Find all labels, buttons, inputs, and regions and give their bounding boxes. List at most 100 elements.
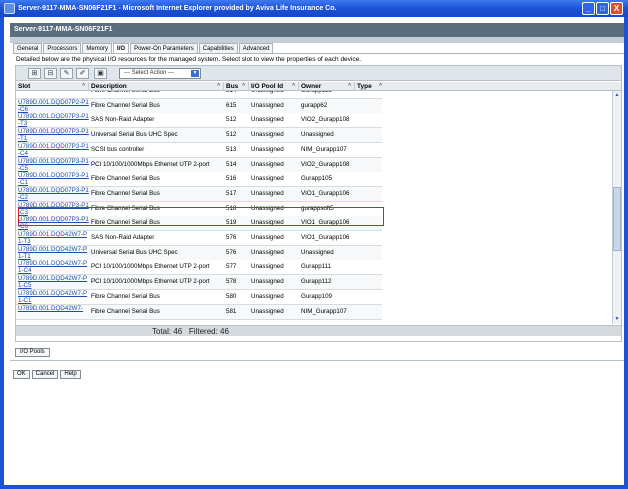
table-row[interactable]: U789D.001.DQD42W7-P1-T3 SAS Non-Raid Adap… xyxy=(16,231,382,246)
table-body: P1-C3Fibre Channel Serial Bus514Unassign… xyxy=(16,91,382,324)
cell-slot[interactable]: U789D.001.DQD07P3-P1-T1 xyxy=(16,128,89,142)
table-row[interactable]: U789D.001.DQD07P3-P1-T3 SAS Non-Raid Adap… xyxy=(16,113,382,128)
cell-bus: 516 xyxy=(226,175,237,182)
edit-alt-icon[interactable]: ✐ xyxy=(76,68,89,79)
table-row[interactable]: U789D.001.DQD42W7-P1-T1 Universal Serial … xyxy=(16,246,382,261)
io-table-panel: ⊞ ⊟ ✎ ✐ ▣ --- Select Action --- ▼ Slot ^ … xyxy=(15,65,622,342)
vertical-scrollbar[interactable]: ▲ ▼ xyxy=(612,91,621,324)
cell-pool: Unassigned xyxy=(251,161,284,168)
column-header-bus[interactable]: Bus ^ xyxy=(224,82,249,91)
cell-description: Fibre Channel Serial Bus xyxy=(91,102,160,109)
edit-icon[interactable]: ✎ xyxy=(60,68,73,79)
cell-owner: VIO2_Gurapp108 xyxy=(301,161,350,168)
cell-owner: Gurapp111 xyxy=(301,263,332,270)
close-button[interactable]: X xyxy=(610,2,623,15)
table-row[interactable]: U789D.001.DQD07P3-P1-C6 Fibre Channel Ser… xyxy=(16,216,382,231)
table-row[interactable]: U789D.001.DQD42W7-P1-C5 PCI 10/100/1000Mb… xyxy=(16,275,382,290)
table-row[interactable]: U789D.001.DQD42W7- Fibre Channel Serial B… xyxy=(16,305,382,320)
cell-slot[interactable]: U789D.001.DQD07P3-P1-C6 xyxy=(16,216,89,230)
cell-owner: VIO1_Gurapp106 xyxy=(301,219,350,226)
cell-description: SCSI bus controller xyxy=(91,146,145,153)
ie-app-icon xyxy=(4,3,15,14)
table-row[interactable]: U789D.001.DQD07P3-P1-T1 Universal Serial … xyxy=(16,128,382,143)
column-header-type[interactable]: Type ^ xyxy=(355,82,385,91)
table-row[interactable]: P1-C3Fibre Channel Serial Bus514Unassign… xyxy=(16,91,382,99)
table-row[interactable]: U789D.001.DQD07P2-P1-C6 Fibre Channel Ser… xyxy=(16,99,382,114)
cell-description: Universal Serial Bus UHC Spec xyxy=(91,249,178,256)
minimize-button[interactable]: _ xyxy=(582,2,595,15)
server-header: Server-9117-MMA-SN06F21F1 xyxy=(10,23,624,37)
cell-slot[interactable]: U789D.001.DQD42W7-P1-C5 xyxy=(16,275,89,289)
browser-window: Server-9117-MMA-SN06F21F1 General Proces… xyxy=(0,17,628,489)
cell-bus: 576 xyxy=(226,249,237,256)
cell-owner: Unassigned xyxy=(301,131,334,138)
help-button[interactable]: Help xyxy=(60,370,81,379)
cell-slot[interactable]: U789D.001.DQD07P3-P1-C1 xyxy=(16,172,89,186)
cancel-button[interactable]: Cancel xyxy=(31,370,59,379)
io-pools-button[interactable]: I/O Pools xyxy=(15,348,50,357)
table-row[interactable]: U789D.001.DQD07P3-P1-C2 Fibre Channel Ser… xyxy=(16,187,382,202)
sort-icon: ^ xyxy=(242,83,245,89)
cell-bus: 514 xyxy=(224,91,249,98)
table-row[interactable]: U789D.001.DQD07P3-P1-C3 Fibre Channel Ser… xyxy=(16,202,382,217)
table-row[interactable]: U789D.001.DQD42W7-P1-C4 PCI 10/100/1000Mb… xyxy=(16,260,382,275)
ok-button[interactable]: OK xyxy=(13,370,30,379)
cell-slot[interactable]: U789D.001.DQD42W7- xyxy=(16,305,89,319)
cell-slot[interactable]: U789D.001.DQD42W7-P1-C1 xyxy=(16,290,89,304)
scroll-down-icon[interactable]: ▼ xyxy=(613,315,621,323)
cell-pool: Unassigned xyxy=(251,234,284,241)
cell-bus: 578 xyxy=(226,278,237,285)
cell-description: Fibre Channel Serial Bus xyxy=(91,308,160,315)
cell-owner: gurappsoft5 xyxy=(301,205,334,212)
cell-slot[interactable]: U789D.001.DQD42W7-P1-C4 xyxy=(16,260,89,274)
table-toolbar: ⊞ ⊟ ✎ ✐ ▣ --- Select Action --- ▼ xyxy=(16,66,621,81)
cell-slot[interactable]: U789D.001.DQD07P3-P1-C4 xyxy=(16,143,89,157)
cell-bus: 514 xyxy=(226,161,237,168)
cell-owner: Gurapp109 xyxy=(301,293,332,300)
cell-bus: 512 xyxy=(226,116,237,123)
collapse-all-icon[interactable]: ⊟ xyxy=(44,68,57,79)
tab-divider xyxy=(13,53,624,54)
cell-bus: 519 xyxy=(226,219,237,226)
column-header-slot[interactable]: Slot ^ xyxy=(16,82,89,91)
expand-all-icon[interactable]: ⊞ xyxy=(28,68,41,79)
cell-owner: Gurapp105 xyxy=(301,175,332,182)
cell-bus: 517 xyxy=(226,190,237,197)
cell-description: PCI 10/100/1000Mbps Ethernet UTP 2-port xyxy=(91,263,210,270)
cell-owner: Gurapp123 xyxy=(299,91,355,98)
cell-description: Fibre Channel Serial Bus xyxy=(91,190,160,197)
table-row[interactable]: U789D.001.DQD07P3-P1-C1 Fibre Channel Ser… xyxy=(16,172,382,187)
cell-slot[interactable]: U789D.001.DQD07P2-P1-C6 xyxy=(16,99,89,113)
select-action-dropdown[interactable]: --- Select Action --- ▼ xyxy=(119,68,201,79)
cell-slot[interactable]: U789D.001.DQD07P3-P1-C5 xyxy=(16,158,89,172)
cell-description: PCI 10/100/1000Mbps Ethernet UTP 2-port xyxy=(91,161,210,168)
dialog-buttons: OK Cancel Help xyxy=(13,370,83,379)
table-row[interactable]: U789D.001.DQD07P3-P1-C5 PCI 10/100/1000Mb… xyxy=(16,158,382,173)
cell-slot[interactable]: P1-C3 xyxy=(16,91,89,98)
cell-pool: Unassigned xyxy=(249,91,299,98)
cell-description: Fibre Channel Serial Bus xyxy=(91,219,160,226)
window-titlebar: Server-9117-MMA-SN06F21F1 - Microsoft In… xyxy=(0,0,628,17)
scrollbar-thumb[interactable] xyxy=(613,187,621,251)
maximize-button[interactable]: □ xyxy=(596,2,609,15)
cell-owner: VIO2_Gurapp108 xyxy=(301,116,350,123)
table-header: Slot ^ Description ^ Bus ^ I/O Pool Id ^ Own… xyxy=(16,82,621,91)
column-header-owner[interactable]: Owner ^ xyxy=(299,82,355,91)
cell-pool: Unassigned xyxy=(251,102,284,109)
view-icon[interactable]: ▣ xyxy=(94,68,107,79)
scroll-up-icon[interactable]: ▲ xyxy=(613,91,621,99)
column-header-io-pool-id[interactable]: I/O Pool Id ^ xyxy=(249,82,299,91)
cell-slot[interactable]: U789D.001.DQD42W7-P1-T1 xyxy=(16,246,89,260)
column-header-description[interactable]: Description ^ xyxy=(89,82,224,91)
table-row[interactable]: U789D.001.DQD07P3-P1-C4 SCSI bus controll… xyxy=(16,143,382,158)
sort-icon: ^ xyxy=(292,83,295,89)
table-row[interactable]: U789D.001.DQD42W7-P1-C1 Fibre Channel Ser… xyxy=(16,290,382,305)
cell-slot[interactable]: U789D.001.DQD42W7-P1-T3 xyxy=(16,231,89,245)
cell-owner: VIO1_Gurapp106 xyxy=(301,190,350,197)
cell-slot[interactable]: U789D.001.DQD07P3-P1-T3 xyxy=(16,113,89,127)
cell-slot[interactable]: U789D.001.DQD07P3-P1-C3 xyxy=(16,202,89,216)
cell-description: PCI 10/100/1000Mbps Ethernet UTP 2-port xyxy=(91,278,210,285)
sort-icon: ^ xyxy=(379,83,382,89)
cell-slot[interactable]: U789D.001.DQD07P3-P1-C2 xyxy=(16,187,89,201)
window-title: Server-9117-MMA-SN06F21F1 - Microsoft In… xyxy=(18,5,337,12)
